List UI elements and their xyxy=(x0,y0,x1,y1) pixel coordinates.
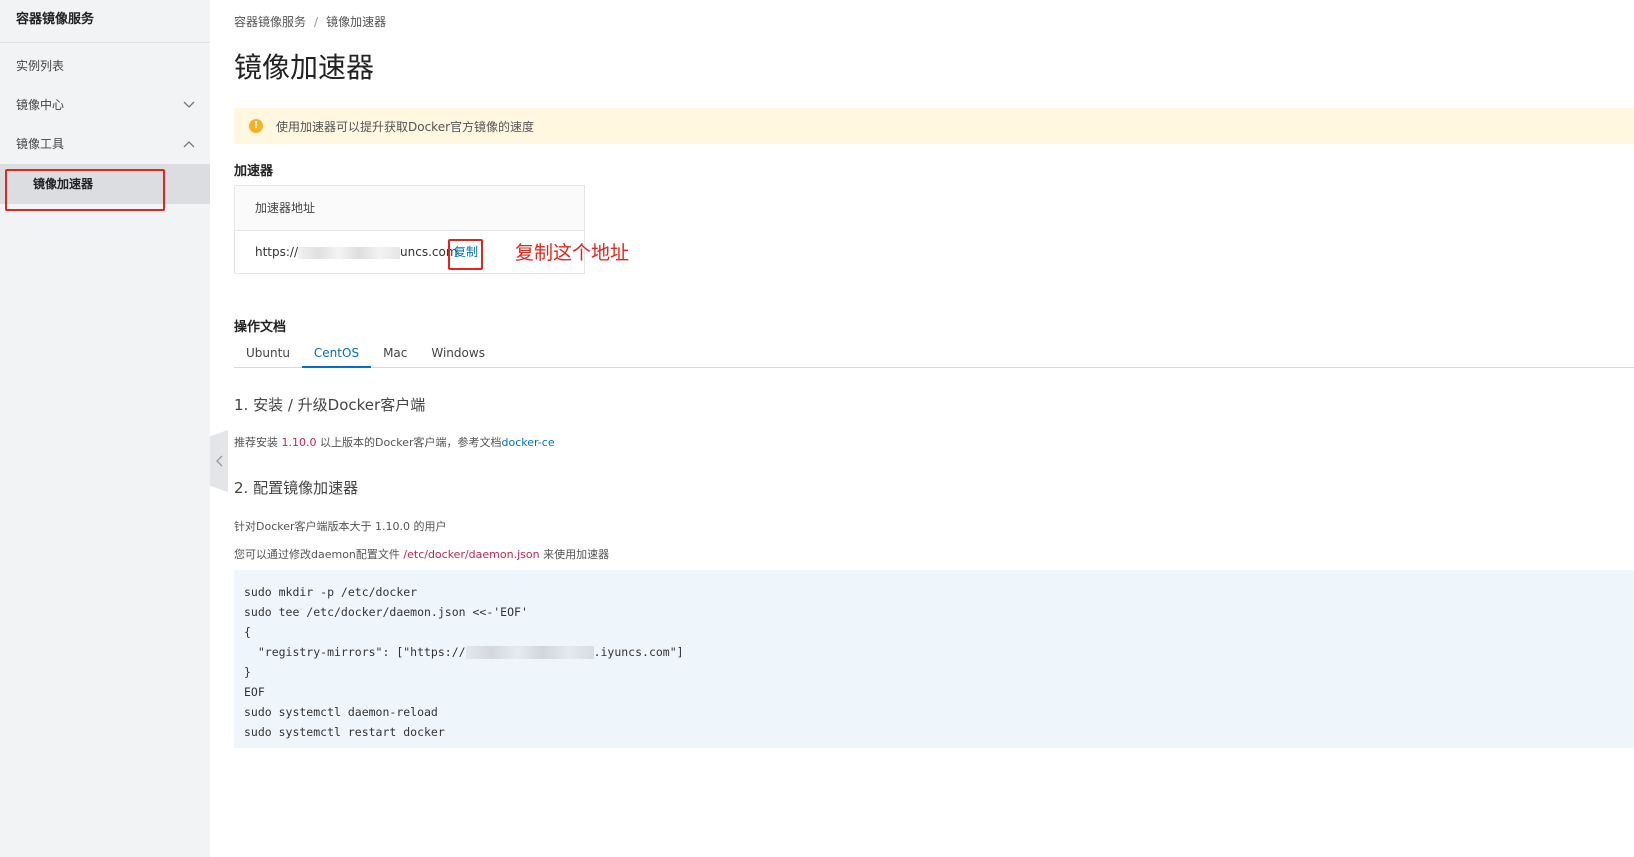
collapse-sidebar-handle[interactable] xyxy=(210,430,228,492)
highlight-box-copy xyxy=(448,239,483,270)
tab-ubuntu[interactable]: Ubuntu xyxy=(234,341,302,368)
redacted-address xyxy=(465,646,594,659)
redacted-address xyxy=(298,246,401,259)
step1-text-pre: 推荐安装 xyxy=(234,436,282,449)
code-line: sudo tee /etc/docker/daemon.json <<-'EOF… xyxy=(244,605,528,619)
step1-text: 推荐安装 1.10.0 以上版本的Docker客户端，参考文档docker-ce xyxy=(234,434,555,450)
code-block[interactable]: sudo mkdir -p /etc/docker sudo tee /etc/d… xyxy=(234,570,1634,748)
accelerator-column-header: 加速器地址 xyxy=(235,186,584,231)
step2-line2: 您可以通过修改daemon配置文件 /etc/docker/daemon.jso… xyxy=(234,546,609,562)
notice-text: 使用加速器可以提升获取Docker官方镜像的速度 xyxy=(276,119,535,134)
tab-centos[interactable]: CentOS xyxy=(301,341,372,368)
annotation-text: 复制这个地址 xyxy=(515,242,630,264)
code-line: sudo mkdir -p /etc/docker xyxy=(244,585,418,599)
sidebar-item-image-tools[interactable]: 镜像工具 xyxy=(0,124,210,164)
breadcrumb-separator: / xyxy=(314,15,319,29)
code-line: sudo systemctl restart docker xyxy=(244,725,445,739)
sidebar-item-label: 镜像工具 xyxy=(16,137,65,151)
breadcrumb-current: 镜像加速器 xyxy=(326,15,387,29)
code-line: "registry-mirrors": ["https:// .iyuncs.co… xyxy=(244,642,1624,662)
os-tabs: Ubuntu CentOS Mac Windows xyxy=(234,341,1634,368)
sidebar-item-instances[interactable]: 实例列表 xyxy=(0,46,210,86)
page-title: 镜像加速器 xyxy=(234,51,375,84)
daemon-json-path: /etc/docker/daemon.json xyxy=(403,548,540,561)
accelerator-section-title: 加速器 xyxy=(234,164,274,179)
breadcrumb-root[interactable]: 容器镜像服务 xyxy=(234,15,306,29)
sidebar: 容器镜像服务 实例列表 镜像中心 镜像工具 镜像加速器 xyxy=(0,0,210,857)
warning-icon: ! xyxy=(249,119,263,133)
chevron-down-icon[interactable] xyxy=(182,85,196,125)
step2-line1: 针对Docker客户端版本大于 1.10.0 的用户 xyxy=(234,520,447,533)
sidebar-item-label: 实例列表 xyxy=(16,59,65,73)
docs-section-title: 操作文档 xyxy=(234,320,287,335)
address-prefix: https:// xyxy=(255,245,299,259)
main-content: 容器镜像服务 / 镜像加速器 镜像加速器 ! 使用加速器可以提升获取Docker官方… xyxy=(234,0,1634,857)
tab-mac[interactable]: Mac xyxy=(371,341,419,368)
step2-line2-pre: 您可以通过修改daemon配置文件 xyxy=(234,548,404,561)
sidebar-item-label: 镜像中心 xyxy=(16,98,65,112)
code-line: } xyxy=(244,665,251,679)
step2-title: 2. 配置镜像加速器 xyxy=(234,479,359,497)
sidebar-title: 容器镜像服务 xyxy=(0,0,210,43)
code-line-post: .iyuncs.com"] xyxy=(593,645,684,659)
code-line-pre: "registry-mirrors": ["https:// xyxy=(244,645,466,659)
version-label: 1.10.0 xyxy=(281,436,317,449)
breadcrumb: 容器镜像服务 / 镜像加速器 xyxy=(234,13,386,30)
tab-windows[interactable]: Windows xyxy=(419,341,497,368)
step2-line2-post: 来使用加速器 xyxy=(539,548,610,561)
code-line: sudo systemctl daemon-reload xyxy=(244,705,438,719)
docker-ce-link[interactable]: docker-ce xyxy=(502,436,555,449)
info-notice: ! 使用加速器可以提升获取Docker官方镜像的速度 xyxy=(234,108,1634,144)
highlight-box-sidebar xyxy=(5,169,165,211)
chevron-up-icon[interactable] xyxy=(182,124,196,164)
code-line: EOF xyxy=(244,685,265,699)
chevron-left-icon xyxy=(215,452,223,471)
sidebar-item-image-center[interactable]: 镜像中心 xyxy=(0,85,210,125)
code-line: { xyxy=(244,625,251,639)
step1-text-mid: 以上版本的Docker客户端，参考文档 xyxy=(316,436,502,449)
step1-title: 1. 安装 / 升级Docker客户端 xyxy=(234,396,426,414)
